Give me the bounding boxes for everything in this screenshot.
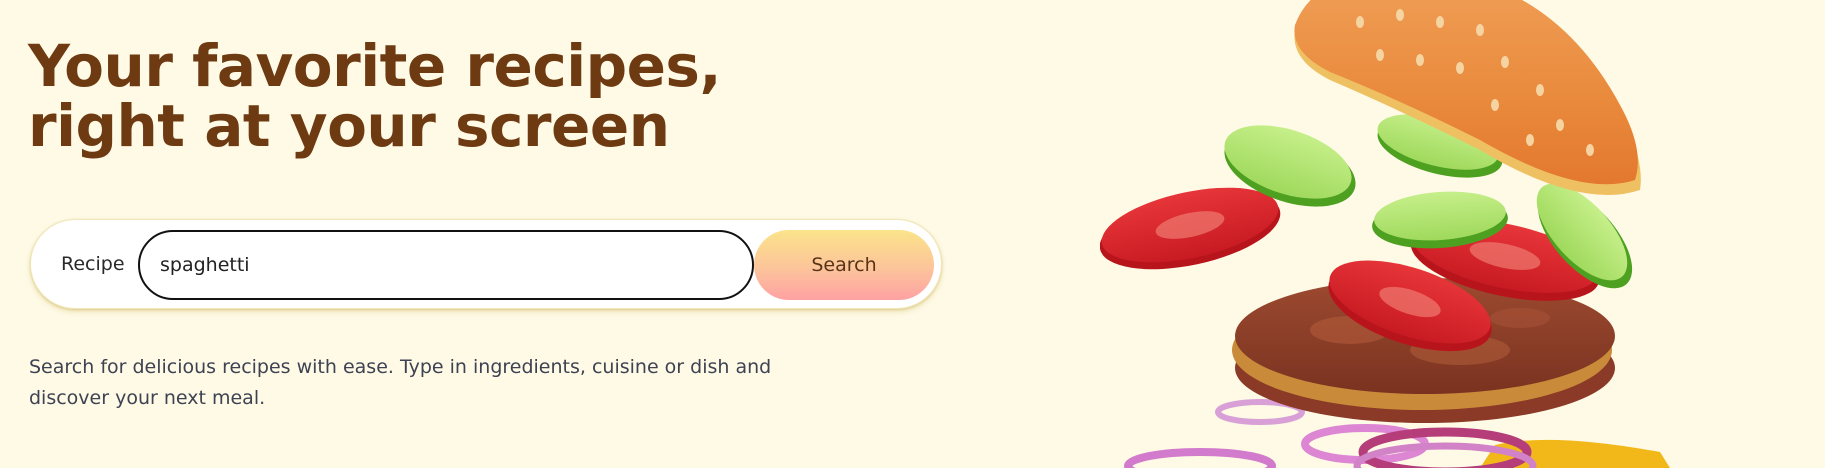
hero-description: Search for delicious recipes with ease. … (29, 356, 772, 409)
burger-illustration (1100, 0, 1670, 468)
recipe-search-form: Recipe Search (30, 219, 942, 309)
search-button[interactable]: Search (754, 230, 934, 300)
recipe-search-input[interactable] (138, 230, 754, 300)
page-title: Your favorite recipes, right at your scr… (28, 32, 722, 160)
recipe-label: Recipe (61, 253, 125, 275)
